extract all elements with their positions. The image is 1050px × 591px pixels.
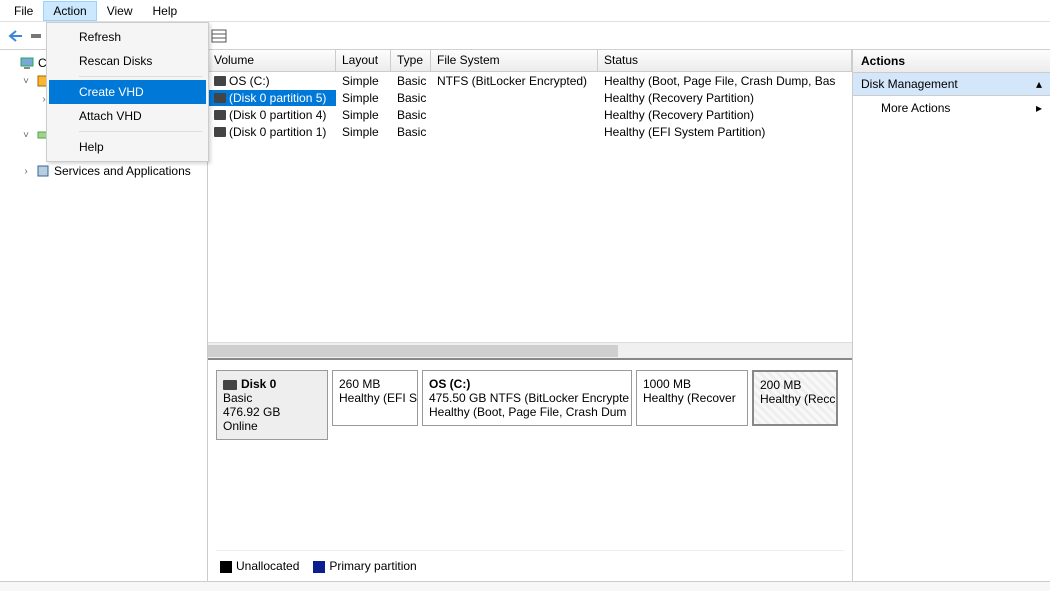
disk-state: Online [223,419,321,433]
menu-view[interactable]: View [97,1,143,21]
disk-label[interactable]: Disk 0 Basic 476.92 GB Online [216,370,328,440]
actions-header: Actions [853,50,1050,73]
back-button[interactable] [6,27,24,45]
col-status[interactable]: Status [598,50,852,71]
menu-bar: File Action View Help [0,0,1050,22]
actions-group[interactable]: Disk Management ▴ [853,73,1050,96]
menu-action-help[interactable]: Help [49,135,206,159]
menu-file[interactable]: File [4,1,43,21]
collapse-icon: ▴ [1036,77,1042,91]
table-view-button[interactable] [210,27,228,45]
menu-refresh[interactable]: Refresh [49,25,206,49]
scrollbar-thumb[interactable] [208,345,618,357]
menu-rescan-disks[interactable]: Rescan Disks [49,49,206,73]
partition-box[interactable]: 200 MBHealthy (Recc [752,370,838,426]
partition-box[interactable]: OS (C:)475.50 GB NTFS (BitLocker Encrypt… [422,370,632,426]
col-volume[interactable]: Volume [208,50,336,71]
volume-table-body[interactable]: OS (C:)SimpleBasicNTFS (BitLocker Encryp… [208,72,852,342]
volume-row[interactable]: OS (C:)SimpleBasicNTFS (BitLocker Encryp… [208,72,852,89]
actions-pane: Actions Disk Management ▴ More Actions ▸ [852,50,1050,581]
status-bar [0,581,1050,591]
col-type[interactable]: Type [391,50,431,71]
actions-more[interactable]: More Actions ▸ [853,96,1050,120]
legend: Unallocated Primary partition [216,550,844,573]
table-icon [211,29,227,43]
chevron-right-icon: ▸ [1036,101,1042,115]
menu-attach-vhd[interactable]: Attach VHD [49,104,206,128]
disk-icon [223,380,237,390]
center-pane: Volume Layout Type File System Status OS… [208,50,852,581]
volume-row[interactable]: (Disk 0 partition 5)SimpleBasicHealthy (… [208,89,852,106]
menu-help[interactable]: Help [143,1,188,21]
tree-services-apps[interactable]: › Services and Applications [2,162,205,180]
disk-row: Disk 0 Basic 476.92 GB Online 260 MBHeal… [216,370,844,440]
unallocated-swatch [220,561,232,573]
action-dropdown: Refresh Rescan Disks Create VHD Attach V… [46,22,209,162]
arrow-right-icon [31,31,43,41]
legend-primary: Primary partition [313,559,416,573]
computer-icon [19,55,35,71]
volume-table-header: Volume Layout Type File System Status [208,50,852,72]
arrow-left-icon [7,29,23,43]
menu-create-vhd[interactable]: Create VHD [49,80,206,104]
partition-box[interactable]: 260 MBHealthy (EFI S [332,370,418,426]
disk-graphic-panel: Disk 0 Basic 476.92 GB Online 260 MBHeal… [208,358,852,581]
services-icon [35,163,51,179]
menu-separator [79,76,202,77]
horizontal-scrollbar[interactable] [208,342,852,358]
col-layout[interactable]: Layout [336,50,391,71]
forward-button[interactable] [28,27,46,45]
col-filesystem[interactable]: File System [431,50,598,71]
menu-separator [79,131,202,132]
volume-row[interactable]: (Disk 0 partition 1)SimpleBasicHealthy (… [208,123,852,140]
menu-action[interactable]: Action [43,1,96,21]
volume-row[interactable]: (Disk 0 partition 4)SimpleBasicHealthy (… [208,106,852,123]
primary-swatch [313,561,325,573]
partition-box[interactable]: 1000 MBHealthy (Recover [636,370,748,426]
disk-size: 476.92 GB [223,405,321,419]
legend-unallocated: Unallocated [220,559,299,573]
disk-type: Basic [223,391,321,405]
